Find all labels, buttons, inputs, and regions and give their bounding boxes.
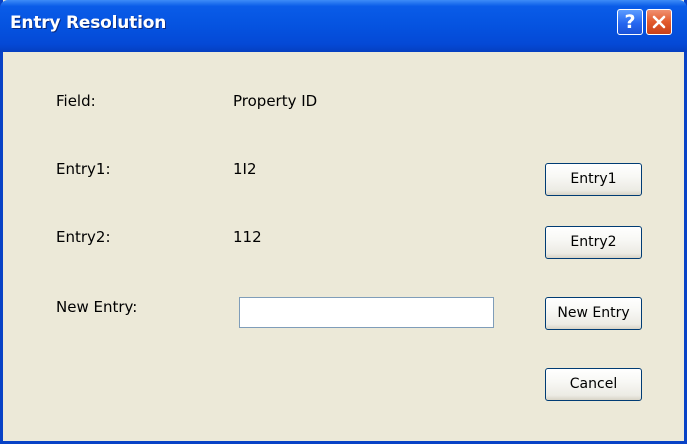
- entry1-label: Entry1:: [56, 160, 111, 178]
- window-title: Entry Resolution: [10, 13, 167, 33]
- close-button[interactable]: [646, 9, 672, 35]
- entry1-value: 1I2: [233, 160, 257, 178]
- new-entry-label: New Entry:: [56, 298, 138, 316]
- field-value: Property ID: [233, 92, 318, 110]
- new-entry-button[interactable]: New Entry: [545, 297, 642, 330]
- question-mark-icon: ?: [624, 11, 636, 33]
- entry1-button[interactable]: Entry1: [545, 163, 642, 196]
- entry2-value: 112: [233, 228, 262, 246]
- new-entry-input[interactable]: [239, 297, 494, 328]
- field-label: Field:: [56, 92, 96, 110]
- close-x-icon: [652, 15, 666, 29]
- entry-resolution-dialog: Entry Resolution ? Field: Property ID En…: [0, 0, 687, 444]
- entry2-label: Entry2:: [56, 228, 111, 246]
- cancel-button[interactable]: Cancel: [545, 368, 642, 401]
- title-bar[interactable]: Entry Resolution ?: [0, 0, 687, 52]
- help-button[interactable]: ?: [617, 9, 643, 35]
- entry2-button[interactable]: Entry2: [545, 226, 642, 259]
